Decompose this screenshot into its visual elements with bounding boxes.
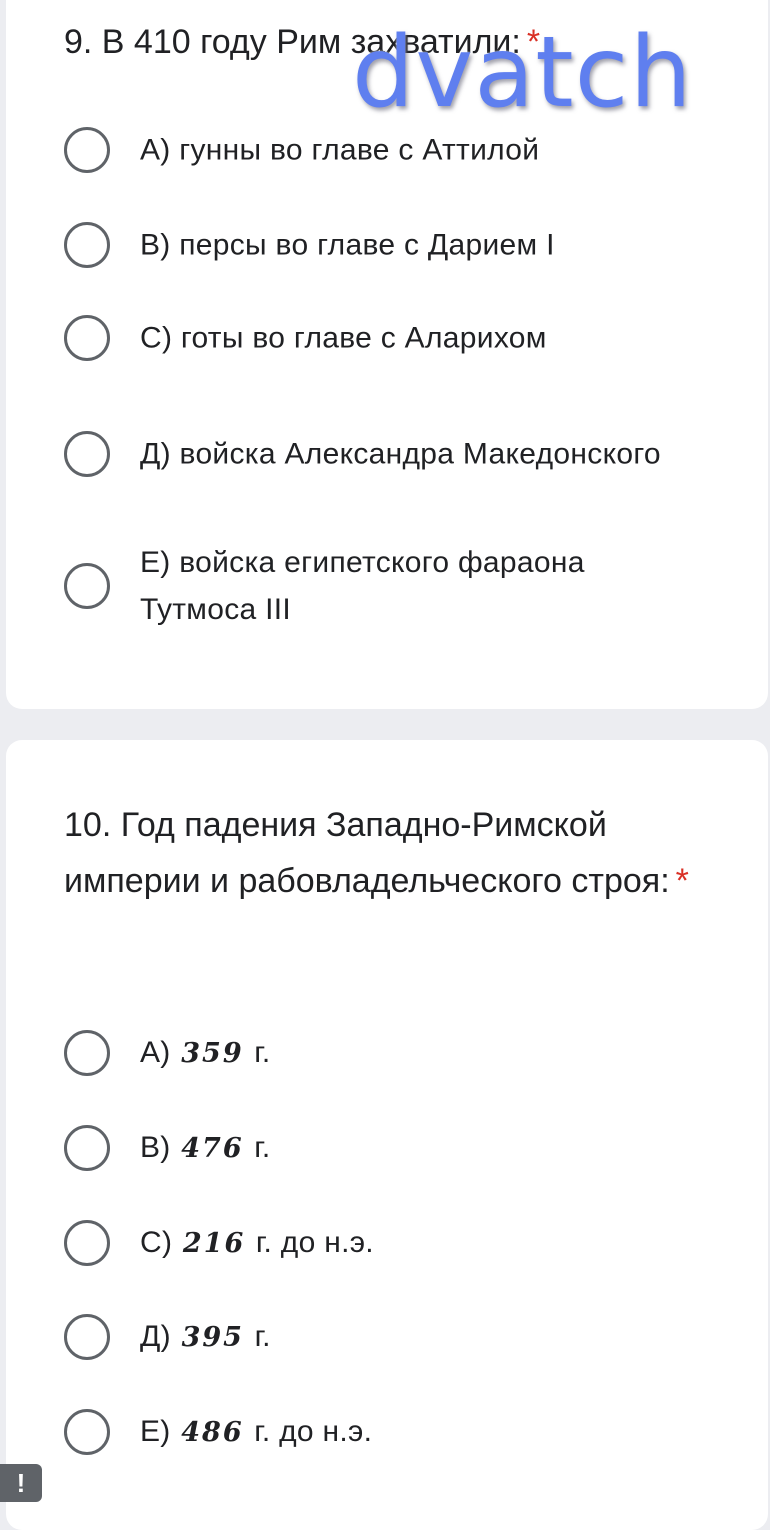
option-suffix: г. до н.э. [255,1226,374,1259]
radio-button[interactable] [64,563,110,609]
option-label: А) гунны во главе с Аттилой [140,133,540,167]
question-title-text: 10. Год падения Западно-Римской империи … [64,806,670,900]
radio-button[interactable] [64,1314,110,1360]
radio-option-e[interactable]: Е) войска египетского фараона Тутмоса II… [62,546,702,626]
option-label: Е) 486 г. до н.э. [140,1408,680,1456]
option-label: Д) войска Александра Македонского [140,437,661,471]
radio-button[interactable] [64,431,110,477]
radio-option-a[interactable]: А) 359 г. [62,1023,702,1083]
radio-button[interactable] [64,1030,110,1076]
option-letter: Е) [140,1415,171,1448]
radio-option-b[interactable]: В) персы во главе с Дарием I [62,215,702,275]
radio-button[interactable] [64,1125,110,1171]
alert-icon[interactable]: ! [0,1464,42,1502]
handwritten-year: 216 [182,1228,246,1259]
radio-button[interactable] [64,1220,110,1266]
radio-option-d[interactable]: Д) 395 г. [62,1307,702,1367]
radio-button[interactable] [64,1409,110,1455]
handwritten-year: 359 [181,1038,244,1069]
radio-button[interactable] [64,315,110,361]
radio-option-b[interactable]: В) 476 г. [62,1118,702,1178]
option-suffix: г. [254,1036,271,1069]
option-letter: Д) [140,1320,171,1353]
option-label: В) персы во главе с Дарием I [140,228,555,262]
option-label: Д) 395 г. [140,1313,680,1361]
option-letter: В) [140,1131,171,1164]
option-label: С) готы во главе с Аларихом [140,321,547,355]
option-letter: А) [140,1036,171,1069]
option-label: В) 476 г. [140,1124,680,1172]
radio-button[interactable] [64,222,110,268]
radio-option-e[interactable]: Е) 486 г. до н.э. [62,1402,702,1462]
radio-option-d[interactable]: Д) войска Александра Македонского [62,424,702,484]
radio-option-c[interactable]: С) готы во главе с Аларихом [62,308,702,368]
question-card-10: 10. Год падения Западно-Римской империи … [6,740,768,1530]
question-title: 10. Год падения Западно-Римской империи … [64,797,724,909]
option-suffix: г. до н.э. [254,1415,373,1448]
radio-option-c[interactable]: С) 216 г. до н.э. [62,1213,702,1273]
option-letter: С) [140,1226,173,1259]
handwritten-year: 486 [181,1417,244,1448]
handwritten-year: 476 [181,1133,244,1164]
required-asterisk: * [675,862,689,900]
option-label: Е) войска египетского фараона Тутмоса II… [140,546,585,626]
option-label: А) 359 г. [140,1029,680,1077]
option-suffix: г. [254,1131,271,1164]
radio-button[interactable] [64,127,110,173]
handwritten-year: 395 [181,1322,244,1353]
watermark-logo: dvatch [352,16,693,130]
option-suffix: г. [254,1320,271,1353]
option-label: С) 216 г. до н.э. [140,1219,680,1267]
